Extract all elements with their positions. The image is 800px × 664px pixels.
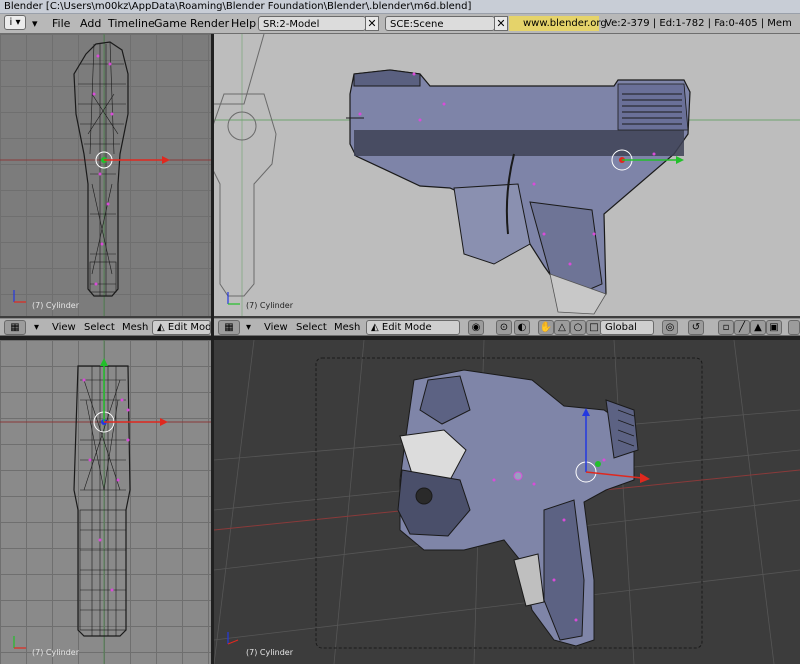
snap-icon[interactable]: ◐ xyxy=(514,320,530,335)
menu-game[interactable]: Game xyxy=(154,16,187,32)
close-icon[interactable]: ✕ xyxy=(494,16,508,31)
window-title: Blender [C:\Users\m00kz\AppData\Roaming\… xyxy=(0,0,800,14)
menu-render[interactable]: Render xyxy=(190,16,229,32)
global-orientation-icon: Global xyxy=(605,322,637,333)
screen-selector[interactable]: SR:2-Model xyxy=(258,16,366,31)
viewport-header-left: ▦ ▾ View Select Mesh ◭ Edit Mode xyxy=(0,318,211,336)
mode-label: Edit Mode xyxy=(381,322,432,333)
manipulator-icon[interactable]: ✋ xyxy=(538,320,554,335)
menu-mesh[interactable]: Mesh xyxy=(122,320,148,335)
object-label: (7) Cylinder xyxy=(246,301,293,310)
mode-label: Edit Mode xyxy=(167,322,211,333)
menu-select[interactable]: Select xyxy=(296,320,327,335)
object-label: (7) Cylinder xyxy=(246,648,293,657)
menu-help[interactable]: Help xyxy=(231,16,256,32)
occlude-icon[interactable]: ▣ xyxy=(766,320,782,335)
menu-file[interactable]: File xyxy=(52,16,70,32)
menu-timeline[interactable]: Timeline xyxy=(108,16,155,32)
edge-select-icon[interactable]: ╱ xyxy=(734,320,750,335)
front-view-wireframe xyxy=(0,34,211,316)
undo-icon[interactable]: ↺ xyxy=(688,320,704,335)
menu-view[interactable]: View xyxy=(264,320,288,335)
top-view-wireframe xyxy=(0,340,211,664)
mesh-stats: Ve:2-379 | Ed:1-782 | Fa:0-405 | Mem xyxy=(605,18,792,29)
object-label: (7) Cylinder xyxy=(32,301,79,310)
menu-select[interactable]: Select xyxy=(84,320,115,335)
close-icon[interactable]: ✕ xyxy=(365,16,379,31)
scroll-icon[interactable] xyxy=(788,320,800,335)
object-label: (7) Cylinder xyxy=(32,648,79,657)
mode-icon: ◭ xyxy=(371,322,382,333)
viewport-side[interactable]: (7) Cylinder xyxy=(214,34,800,316)
orientation-selector[interactable]: Global xyxy=(600,320,654,335)
view-menu-icon[interactable]: ▦ xyxy=(4,320,26,335)
version-badge[interactable]: www.blender.org 248.1 xyxy=(509,16,607,44)
vertex-select-icon[interactable]: ▫ xyxy=(718,320,734,335)
dropdown-arrow-icon[interactable]: ▾ xyxy=(32,16,38,32)
pivot-icon[interactable]: ⊙ xyxy=(496,320,512,335)
mode-selector[interactable]: ◭ Edit Mode xyxy=(366,320,460,335)
mode-icon: ◭ xyxy=(157,322,168,333)
draw-type-icon[interactable]: ◉ xyxy=(468,320,484,335)
menu-view[interactable]: View xyxy=(52,320,76,335)
blender-logo-icon[interactable]: i ▾ xyxy=(4,15,26,30)
viewport-front[interactable]: (7) Cylinder xyxy=(0,34,211,316)
viewport-perspective[interactable]: (7) Cylinder xyxy=(214,340,800,664)
scene-selector[interactable]: SCE:Scene xyxy=(385,16,495,31)
face-select-icon[interactable]: ▲ xyxy=(750,320,766,335)
view-menu-icon[interactable]: ▦ xyxy=(218,320,240,335)
scale-manipulator-icon[interactable]: ○ xyxy=(570,320,586,335)
menu-mesh[interactable]: Mesh xyxy=(334,320,360,335)
dropdown-arrow-icon[interactable]: ▾ xyxy=(246,320,251,335)
menu-add[interactable]: Add xyxy=(80,16,101,32)
main-menubar: i ▾ ▾ File Add Timeline Game Render Help… xyxy=(0,14,800,34)
side-view-mesh xyxy=(214,34,800,316)
viewport-header-right: ▦ ▾ View Select Mesh ◭ Edit Mode ◉ ⊙ ◐ ✋… xyxy=(214,318,800,336)
proportional-edit-icon[interactable]: ◎ xyxy=(662,320,678,335)
dropdown-arrow-icon[interactable]: ▾ xyxy=(34,320,39,335)
mode-selector[interactable]: ◭ Edit Mode xyxy=(152,320,211,335)
perspective-mesh xyxy=(214,340,800,664)
rotate-manipulator-icon[interactable]: △ xyxy=(554,320,570,335)
viewport-top[interactable]: (7) Cylinder xyxy=(0,340,211,664)
